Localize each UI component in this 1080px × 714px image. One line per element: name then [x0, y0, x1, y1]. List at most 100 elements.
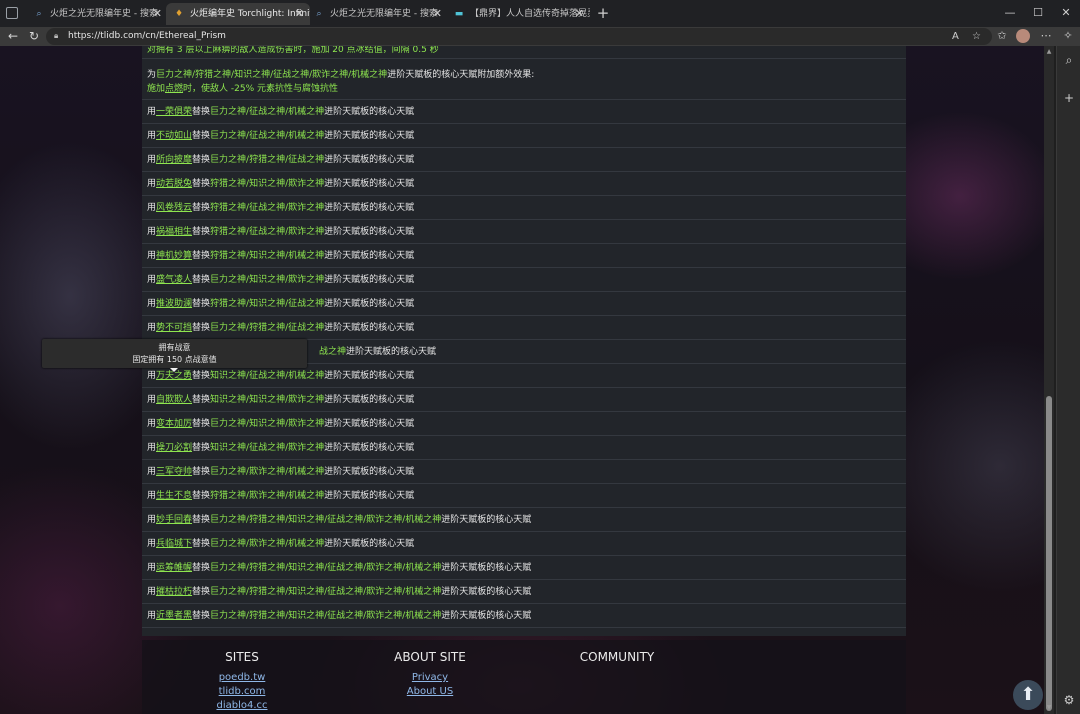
talent-link[interactable]: 生生不息: [156, 491, 192, 501]
god-list: 巨力之神/征战之神/机械之神: [210, 131, 325, 141]
row-mid: 替换: [192, 227, 211, 237]
row-mid: 替换: [192, 515, 211, 525]
back-to-top-button[interactable]: ⬆: [1013, 680, 1043, 710]
row-prefix: 用: [147, 299, 157, 309]
row-suffix: 进阶天赋板的核心天赋: [324, 227, 415, 237]
scroll-up-arrow-icon[interactable]: ▲: [1044, 48, 1054, 56]
row-prefix: 用: [147, 443, 157, 453]
talent-link[interactable]: 摧枯拉朽: [156, 587, 192, 597]
refresh-icon[interactable]: ↻: [26, 28, 42, 44]
talent-link[interactable]: 所向披靡: [156, 155, 192, 165]
god-list: 狩猎之神/知识之神/征战之神: [210, 299, 325, 309]
profile-avatar[interactable]: [1016, 29, 1030, 43]
row-suffix: 进阶天赋板的核心天赋: [324, 275, 415, 285]
talent-link[interactable]: 兵临城下: [156, 539, 192, 549]
row-prefix: 用: [147, 419, 157, 429]
row-mid: 替换: [192, 179, 211, 189]
tab-2[interactable]: ♦ 火炬编年史 Torchlight: Infinite W ✕: [166, 3, 310, 25]
row-mid: 替换: [192, 299, 211, 309]
row-prefix: 用: [147, 395, 157, 405]
page-scrollbar[interactable]: ▲ ▼: [1044, 46, 1054, 714]
close-icon[interactable]: ✕: [153, 3, 162, 25]
scroll-down-arrow-icon[interactable]: ▼: [1044, 704, 1054, 712]
ignite-link[interactable]: 点燃: [165, 84, 183, 94]
god-list: 巨力之神/欺诈之神/机械之神: [210, 539, 325, 549]
list-item: 用祸福相生替换狩猎之神/征战之神/欺诈之神进阶天赋板的核心天赋: [142, 220, 906, 244]
new-tab-button[interactable]: +: [594, 4, 612, 22]
lock-icon[interactable]: 🔒︎: [54, 31, 62, 41]
row-prefix: 用: [147, 515, 157, 525]
minimize-button[interactable]: —: [996, 4, 1024, 22]
talent-link[interactable]: 推波助澜: [156, 299, 192, 309]
maximize-button[interactable]: ☐: [1024, 4, 1052, 22]
talent-link[interactable]: 变本加厉: [156, 419, 192, 429]
talent-link[interactable]: 势不可挡: [156, 323, 192, 333]
god-list: 巨力之神/狩猎之神/知识之神/征战之神/欺诈之神/机械之神: [210, 563, 442, 573]
row-mid: 替换: [192, 107, 211, 117]
search-icon: ⌕: [36, 9, 42, 19]
footer-link-privacy[interactable]: Privacy: [380, 672, 480, 683]
close-window-button[interactable]: ✕: [1052, 4, 1080, 22]
talent-link[interactable]: 祸福相生: [156, 227, 192, 237]
url-text[interactable]: https://tlidb.com/cn/Ethereal_Prism: [68, 28, 226, 45]
tooltip-title: 拥有战意: [158, 343, 191, 352]
extra-effect-line2: 施加点燃时，使敌人 -25% 元素抗性与腐蚀抗性: [147, 84, 339, 94]
talent-link[interactable]: 神机妙算: [156, 251, 192, 261]
god-list: 巨力之神/征战之神/机械之神: [210, 107, 325, 117]
read-aloud-icon[interactable]: A: [952, 28, 959, 45]
row-mid: 替换: [192, 323, 211, 333]
talent-link[interactable]: 妙手回春: [156, 515, 192, 525]
tooltip-arrow: [170, 368, 178, 372]
footer-link-tlidb[interactable]: tlidb.com: [202, 686, 282, 697]
talent-link[interactable]: 不动如山: [156, 131, 192, 141]
row-suffix: 进阶天赋板的核心天赋: [324, 371, 415, 381]
row-mid: 替换: [192, 155, 211, 165]
row-suffix: 进阶天赋板的核心天赋: [324, 539, 415, 549]
favorites-icon[interactable]: ✩: [994, 28, 1010, 44]
copilot-icon[interactable]: ✧: [1060, 28, 1076, 44]
talent-link[interactable]: 自欺欺人: [156, 395, 192, 405]
talent-link[interactable]: 动若脱兔: [156, 179, 192, 189]
talent-link[interactable]: 盛气凌人: [156, 275, 192, 285]
scroll-thumb[interactable]: [1046, 396, 1052, 711]
close-icon[interactable]: ✕: [433, 3, 442, 25]
tab-actions-icon[interactable]: [6, 7, 18, 19]
row-suffix: 进阶天赋板的核心天赋: [324, 491, 415, 501]
close-icon[interactable]: ✕: [295, 3, 304, 25]
list-item: 用三军夺帅替换巨力之神/欺诈之神/机械之神进阶天赋板的核心天赋: [142, 460, 906, 484]
row-suffix: 进阶天赋板的核心天赋: [324, 131, 415, 141]
list-item: 用一荣俱荣替换巨力之神/征战之神/机械之神进阶天赋板的核心天赋: [142, 100, 906, 124]
talent-link[interactable]: 近墨者黑: [156, 611, 192, 621]
tab-1[interactable]: ⌕ 火炬之光无限编年史 - 搜索 ✕: [26, 3, 168, 25]
back-icon[interactable]: ←: [5, 28, 21, 44]
favorite-star-icon[interactable]: ☆: [972, 28, 981, 45]
talent-link[interactable]: 风卷残云: [156, 203, 192, 213]
talent-link[interactable]: 一荣俱荣: [156, 107, 192, 117]
url-field[interactable]: 🔒︎ https://tlidb.com/cn/Ethereal_Prism A…: [46, 28, 992, 45]
god-list: 狩猎之神/欺诈之神/机械之神: [210, 491, 325, 501]
row-suffix: 进阶天赋板的核心天赋: [324, 179, 415, 189]
row-suffix: 进阶天赋板的核心天赋: [324, 299, 415, 309]
row-suffix: 进阶天赋板的核心天赋: [324, 203, 415, 213]
list-item: 用自欺欺人替换知识之神/知识之神/欺诈之神进阶天赋板的核心天赋: [142, 388, 906, 412]
footer-link-about-us[interactable]: About US: [380, 686, 480, 697]
talent-link[interactable]: 三军夺帅: [156, 467, 192, 477]
gear-icon[interactable]: ⚙: [1061, 692, 1077, 708]
search-icon[interactable]: ⌕: [1061, 52, 1077, 68]
tab-3[interactable]: ⌕ 火炬之光无限编年史 - 搜索 ✕: [306, 3, 448, 25]
close-icon[interactable]: ✕: [575, 3, 584, 25]
god-list: 巨力之神/狩猎之神/征战之神: [210, 155, 325, 165]
god-list: 狩猎之神/知识之神/机械之神: [210, 251, 325, 261]
add-icon[interactable]: +: [1061, 90, 1077, 106]
footer-link-poedb[interactable]: poedb.tw: [202, 672, 282, 683]
list-item: 用动若脱兔替换狩猎之神/知识之神/欺诈之神进阶天赋板的核心天赋: [142, 172, 906, 196]
tab-4[interactable]: ▬ 【鼎界】人人自选传奇掉落晃灵! ✕: [446, 3, 590, 25]
talent-link[interactable]: 操刀必割: [156, 443, 192, 453]
footer-link-diablo4[interactable]: diablo4.cc: [202, 700, 282, 711]
row-prefix: 用: [147, 323, 157, 333]
talent-link[interactable]: 运筹帷幄: [156, 563, 192, 573]
talent-link[interactable]: 万夫之勇: [156, 371, 192, 381]
more-menu-icon[interactable]: ⋯: [1038, 28, 1054, 44]
tooltip: 拥有战意 固定拥有 150 点战意值: [42, 339, 307, 372]
list-item: 用势不可挡替换巨力之神/狩猎之神/征战之神进阶天赋板的核心天赋: [142, 316, 906, 340]
